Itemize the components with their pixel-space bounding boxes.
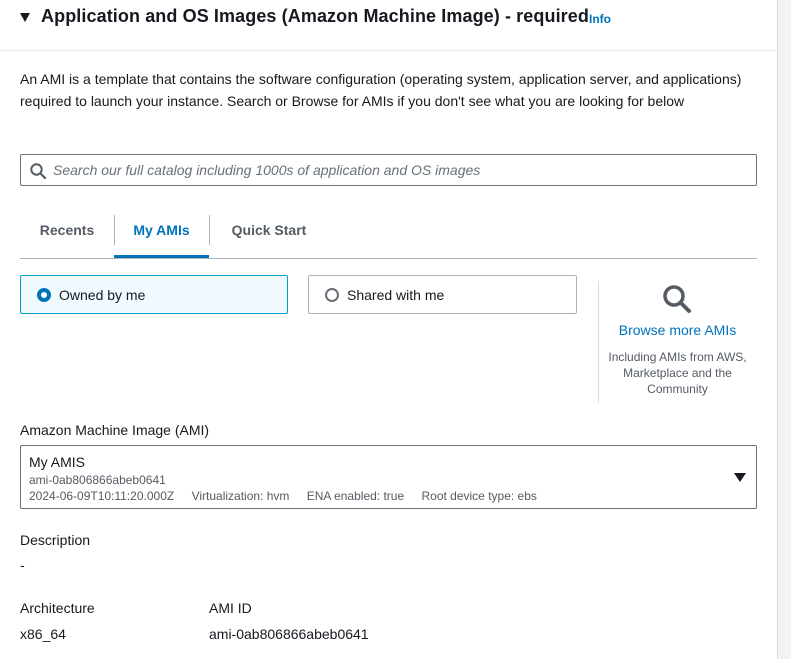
right-rail <box>777 0 791 659</box>
section-title: Application and OS Images (Amazon Machin… <box>41 6 589 26</box>
ami-select-label: Amazon Machine Image (AMI) <box>20 422 210 438</box>
ami-id-value: ami-0ab806866abeb0641 <box>209 626 369 642</box>
description-label: Description <box>20 532 91 548</box>
caret-down-icon[interactable] <box>20 13 30 22</box>
browse-more-amis-subtext: Including AMIs from AWS, Marketplace and… <box>608 350 747 396</box>
ami-select-name: My AMIS <box>29 454 86 470</box>
description-value: - <box>20 557 25 573</box>
info-link[interactable]: Info <box>589 12 611 26</box>
owned-by-me-radio[interactable] <box>37 288 51 302</box>
shared-with-me-radio[interactable] <box>325 288 339 302</box>
tab-recents[interactable]: Recents <box>20 212 114 258</box>
section-description: An AMI is a template that contains the s… <box>20 71 742 109</box>
tab-quick-start[interactable]: Quick Start <box>209 212 329 258</box>
magnifier-icon[interactable] <box>661 283 693 315</box>
ami-tabs: Recents My AMIs Quick Start <box>20 212 757 259</box>
ami-virtualization: Virtualization: hvm <box>191 489 290 503</box>
architecture-value: x86_64 <box>20 626 66 642</box>
ami-select[interactable]: My AMIS ami-0ab806866abeb0641 2024-06-09… <box>20 445 757 509</box>
owned-by-me-tile[interactable]: Owned by me <box>20 275 288 314</box>
ami-id-label: AMI ID <box>209 600 252 616</box>
ami-search-box[interactable] <box>20 154 757 186</box>
architecture-label: Architecture <box>20 600 95 616</box>
ami-search-input[interactable] <box>53 155 753 185</box>
search-icon <box>30 163 47 180</box>
section-header[interactable]: Application and OS Images (Amazon Machin… <box>0 0 777 51</box>
owned-by-me-label: Owned by me <box>59 287 146 303</box>
ami-select-meta: 2024-06-09T10:11:20.000Z Virtualization:… <box>29 489 551 503</box>
ami-created-date: 2024-06-09T10:11:20.000Z <box>29 489 175 503</box>
tab-my-amis[interactable]: My AMIs <box>114 212 209 258</box>
shared-with-me-tile[interactable]: Shared with me <box>308 275 577 314</box>
ami-select-id: ami-0ab806866abeb0641 <box>29 473 166 487</box>
ami-root-device: Root device type: ebs <box>421 489 537 503</box>
chevron-down-icon[interactable] <box>734 473 746 482</box>
browse-more-amis-link[interactable]: Browse more AMIs <box>600 322 755 338</box>
shared-with-me-label: Shared with me <box>347 287 445 303</box>
ami-section-panel: Application and OS Images (Amazon Machin… <box>0 0 777 659</box>
ami-ena: ENA enabled: true <box>306 489 405 503</box>
browse-divider <box>598 281 599 403</box>
